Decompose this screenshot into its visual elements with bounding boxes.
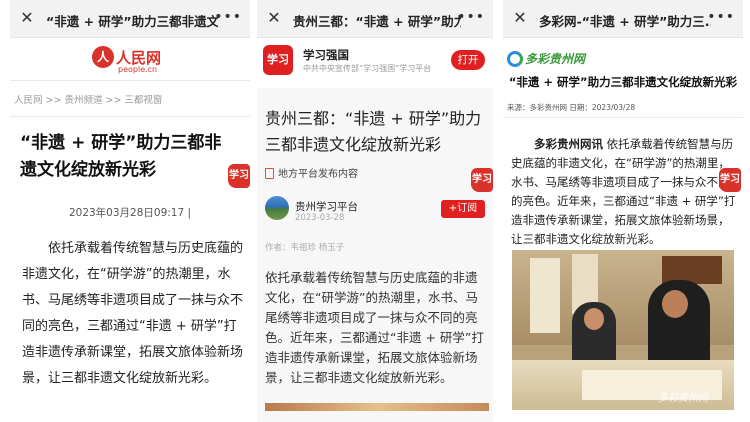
xuexi-seal-icon[interactable]: 学习 xyxy=(471,168,493,192)
calligraphy-scroll xyxy=(530,258,560,333)
article-body: 多彩贵州网讯 依托承载着传统智慧与历史底蕴的非遗文化，在“研学游”的热潮里，水书… xyxy=(511,135,736,249)
xuexi-seal-icon[interactable]: 学习 xyxy=(719,168,741,192)
article-body-text: 依托承载着传统智慧与历史底蕴的非遗文化，在“研学游”的热潮里，水书、马尾绣等非遗… xyxy=(511,137,736,246)
image-preview-strip xyxy=(265,403,489,411)
article-lead: 多彩贵州网讯 xyxy=(534,137,603,151)
breadcrumb[interactable]: 人民网 >> 贵州频道 >> 三都视窗 xyxy=(14,92,162,106)
account-name[interactable]: 贵州学习平台 xyxy=(295,199,358,214)
article-title: “非遗 + 研学”助力三都非遗文化绽放新光彩 xyxy=(20,133,222,180)
app-name: 学习强国 xyxy=(303,48,349,62)
document-icon xyxy=(265,168,274,179)
window-header: ✕ “非遗 + 研学”助力三都非遗文... ••• xyxy=(10,0,250,38)
more-icon[interactable]: ••• xyxy=(457,9,485,25)
publish-note-text: 地方平台发布内容 xyxy=(278,169,358,180)
close-icon[interactable]: ✕ xyxy=(511,9,529,27)
article-title: 贵州三都：“非遗 + 研学”助力三都非遗文化绽放新光彩 xyxy=(265,109,482,154)
window-header: ✕ 多彩网-“非遗 + 研学”助力三... ••• xyxy=(503,0,743,38)
avatar[interactable] xyxy=(265,196,289,220)
duocai-panel: ✕ 多彩网-“非遗 + 研学”助力三... ••• 多彩贵州网 “非遗 + 研学… xyxy=(503,0,743,422)
article-body: 依托承载着传统智慧与历史底蕴的非遗文化，在“研学游”的热潮里，水书、马尾绣等非遗… xyxy=(265,270,484,385)
publish-note: 地方平台发布内容 xyxy=(265,165,358,180)
duocai-logo[interactable]: 多彩贵州网 xyxy=(507,48,586,67)
close-icon[interactable]: ✕ xyxy=(18,9,36,27)
xuexi-seal-icon[interactable]: 学习 xyxy=(228,164,250,188)
window-title: 贵州三都：“非遗 + 研学”助力... xyxy=(293,14,461,29)
window-title: 多彩网-“非遗 + 研学”助力三... xyxy=(539,14,711,29)
subscribe-button[interactable]: +订阅 xyxy=(441,200,485,218)
people-daily-logo-mark: 人 xyxy=(92,46,114,68)
xuexi-app-icon: 学习 xyxy=(263,45,293,75)
article-body: 依托承载着传统智慧与历史底蕴的非遗文化，在“研学游”的热潮里，水书、马尾绣等非遗… xyxy=(22,241,244,386)
logo-url: people.cn xyxy=(118,65,158,74)
more-icon[interactable]: ••• xyxy=(214,9,242,25)
article-photo: 多彩贵州网 xyxy=(512,250,734,410)
xuexi-panel: ✕ 贵州三都：“非遗 + 研学”助力... ••• 学习 学习强国 中共中央宣传… xyxy=(257,0,493,422)
student-face xyxy=(584,308,604,330)
more-icon[interactable]: ••• xyxy=(707,9,735,25)
divider xyxy=(10,80,250,81)
open-app-button[interactable]: 打开 xyxy=(451,50,485,70)
people-daily-logo[interactable]: 人 人民网 people.cn xyxy=(92,44,172,76)
divider xyxy=(10,116,250,117)
publish-date: 2023年03月28日09:17 | xyxy=(68,207,192,219)
app-description: 中共中央宣传部“学习强国”学习平台 xyxy=(303,64,432,73)
article-title: “非遗 + 研学”助力三都非遗文化绽放新光彩 xyxy=(508,75,738,89)
logo-text: 多彩贵州网 xyxy=(525,52,586,66)
people-daily-panel: ✕ “非遗 + 研学”助力三都非遗文... ••• 人 人民网 people.c… xyxy=(10,0,250,422)
duocai-logo-mark xyxy=(507,50,523,67)
window-title: “非遗 + 研学”助力三都非遗文... xyxy=(46,14,218,29)
student-face xyxy=(662,290,688,318)
divider xyxy=(503,117,743,118)
close-icon[interactable]: ✕ xyxy=(265,9,283,27)
photo-watermark: 多彩贵州网 xyxy=(658,393,708,404)
article-meta: 来源：多彩贵州网 日期：2023/03/28 xyxy=(507,103,636,112)
window-header: ✕ 贵州三都：“非遗 + 研学”助力... ••• xyxy=(257,0,493,38)
author-line: 作者：韦祖珍 杨玉子 xyxy=(265,243,345,253)
account-date: 2023-03-28 xyxy=(295,213,345,223)
